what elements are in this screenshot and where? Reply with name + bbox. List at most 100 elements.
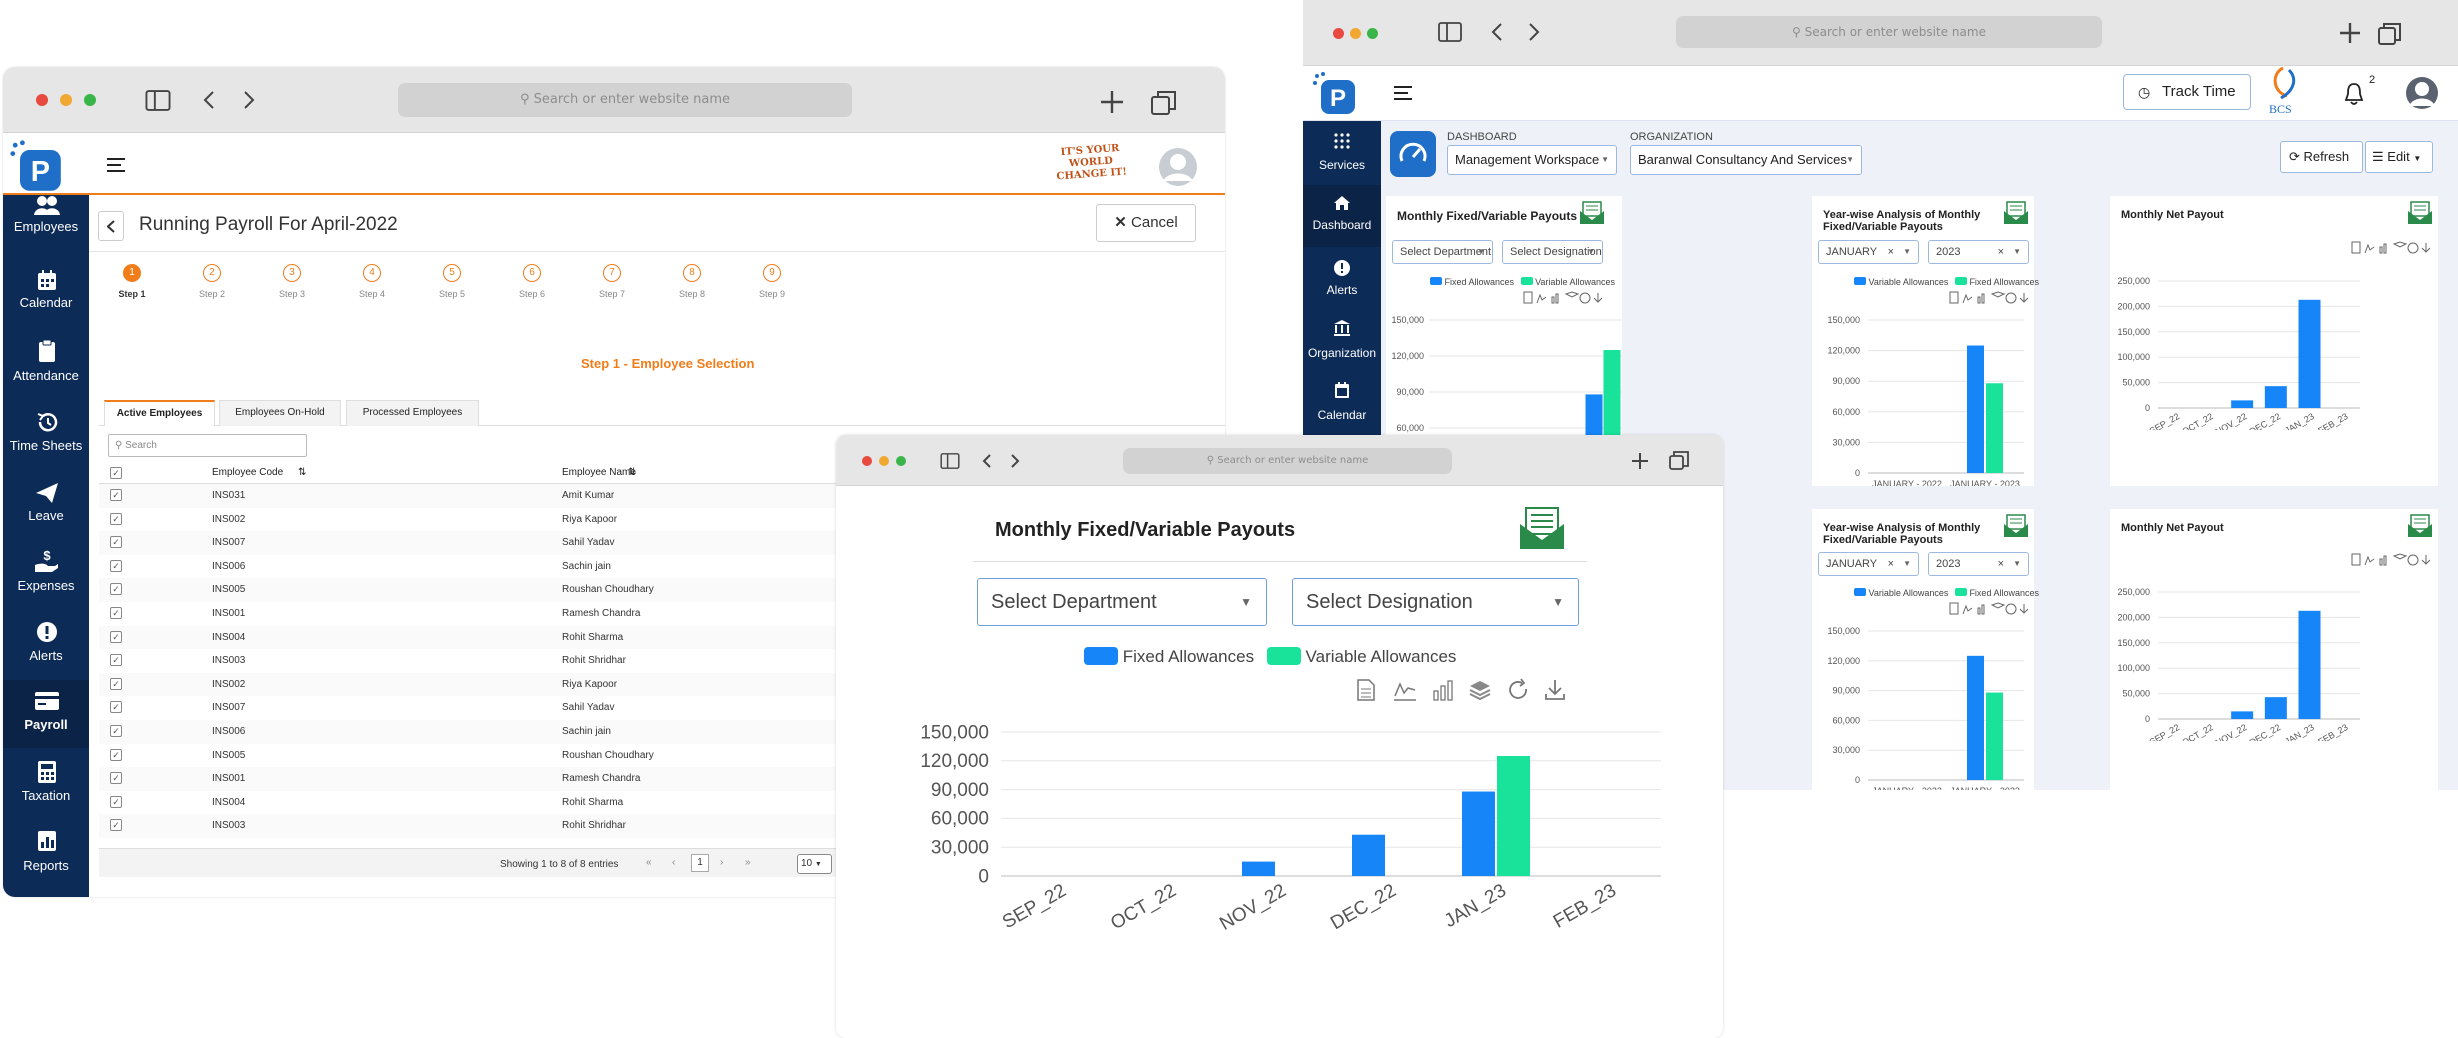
refresh-icon[interactable] <box>1506 678 1530 702</box>
download-icon[interactable] <box>1543 678 1567 702</box>
chart-toolbar-icons[interactable] <box>2350 241 2434 255</box>
department-select[interactable]: Select Department ▼ <box>1392 240 1493 264</box>
dashboard-select[interactable]: Management Workspace ▼ <box>1447 145 1617 175</box>
email-report-icon[interactable] <box>2407 514 2433 538</box>
month-select[interactable]: JANUARY × ▼ <box>1818 240 1919 264</box>
select-all-checkbox[interactable]: ✓ <box>110 467 122 479</box>
new-tab-icon[interactable] <box>1100 90 1124 114</box>
sort-icon[interactable]: ⇅ <box>298 467 306 478</box>
tab-processed-employees[interactable]: Processed Employees <box>346 400 479 426</box>
url-bar[interactable]: ⚲ Search or enter website name <box>1123 448 1452 474</box>
sort-icon[interactable]: ⇅ <box>628 467 636 478</box>
sidebar-toggle-icon[interactable] <box>1438 22 1462 42</box>
step-6[interactable]: 6 Step 6 <box>503 252 563 312</box>
clear-icon[interactable]: × <box>1888 241 1894 263</box>
organization-select[interactable]: Baranwal Consultancy And Services ▼ <box>1630 145 1862 175</box>
next-page-icon[interactable]: › <box>720 857 723 868</box>
sidebar-item-alerts[interactable]: Alerts <box>1303 249 1381 309</box>
row-checkbox[interactable]: ✓ <box>110 536 122 549</box>
window-maximize-button[interactable] <box>84 94 96 106</box>
row-checkbox[interactable]: ✓ <box>110 630 122 643</box>
window-close-button[interactable] <box>1333 28 1344 39</box>
row-checkbox[interactable]: ✓ <box>110 725 122 737</box>
tab-employees-on-hold[interactable]: Employees On-Hold <box>219 400 341 426</box>
back-icon[interactable] <box>203 90 215 110</box>
notification-bell-icon[interactable] <box>2343 82 2365 106</box>
last-page-icon[interactable]: » <box>745 857 751 868</box>
row-checkbox[interactable]: ✓ <box>110 795 122 808</box>
sidebar-toggle-icon[interactable] <box>940 453 960 469</box>
tabs-overview-icon[interactable] <box>1669 451 1689 471</box>
row-checkbox[interactable]: ✓ <box>110 819 122 832</box>
step-7[interactable]: 7 Step 7 <box>583 252 643 312</box>
step-4[interactable]: 4 Step 4 <box>343 252 403 312</box>
column-employee-code[interactable]: Employee Code <box>212 467 283 478</box>
cancel-button[interactable]: ✕ Cancel <box>1096 204 1196 242</box>
chart-toolbar-icons[interactable] <box>1948 602 2032 616</box>
row-checkbox[interactable]: ✓ <box>110 607 122 619</box>
refresh-button[interactable]: ⟳ Refresh <box>2280 141 2363 173</box>
menu-icon[interactable] <box>106 157 126 174</box>
first-page-icon[interactable]: « <box>646 857 652 868</box>
window-maximize-button[interactable] <box>1367 28 1378 39</box>
row-checkbox[interactable]: ✓ <box>110 654 122 667</box>
row-checkbox[interactable]: ✓ <box>110 512 122 525</box>
window-minimize-button[interactable] <box>60 94 72 106</box>
url-bar[interactable]: ⚲ Search or enter website name <box>1676 16 2102 48</box>
chart-toolbar-icons[interactable] <box>1948 291 2032 305</box>
sidebar-item-calendar[interactable]: Calendar <box>3 265 89 327</box>
stack-icon[interactable] <box>1468 678 1492 702</box>
forward-icon[interactable] <box>1528 22 1540 42</box>
back-button[interactable] <box>98 211 124 241</box>
page-number[interactable]: 1 <box>691 854 709 872</box>
sidebar-item-reports[interactable]: Reports <box>3 825 89 887</box>
sidebar-item-taxation[interactable]: Taxation <box>3 755 89 817</box>
step-3[interactable]: 3 Step 3 <box>263 252 323 312</box>
clear-icon[interactable]: × <box>1998 241 2004 263</box>
table-view-icon[interactable] <box>1355 678 1377 702</box>
window-minimize-button[interactable] <box>879 456 889 466</box>
clear-icon[interactable]: × <box>1998 553 2004 575</box>
sidebar-item-employees[interactable]: Employees <box>3 195 89 257</box>
year-select[interactable]: 2023 × ▼ <box>1928 240 2029 264</box>
row-checkbox[interactable]: ✓ <box>110 583 122 596</box>
step-2[interactable]: 2 Step 2 <box>183 252 243 312</box>
edit-button[interactable]: ☰ Edit ▼ <box>2365 141 2433 173</box>
row-checkbox[interactable]: ✓ <box>110 677 122 690</box>
sidebar-item-time-sheets[interactable]: Time Sheets <box>3 405 89 467</box>
sidebar-item-services[interactable]: Services <box>1303 127 1381 185</box>
step-9[interactable]: 9 Step 9 <box>743 252 803 312</box>
line-chart-icon[interactable] <box>1393 678 1417 702</box>
email-report-icon[interactable] <box>1579 201 1605 225</box>
sidebar-item-calendar[interactable]: Calendar <box>1303 373 1381 433</box>
designation-select[interactable]: Select Designation ▼ <box>1502 240 1603 264</box>
email-report-icon[interactable] <box>2003 514 2029 538</box>
new-tab-icon[interactable] <box>2339 22 2361 44</box>
tabs-overview-icon[interactable] <box>2378 22 2402 46</box>
step-1[interactable]: 1 Step 1 <box>103 252 163 312</box>
window-maximize-button[interactable] <box>896 456 906 466</box>
sidebar-item-dashboard[interactable]: Dashboard <box>1303 185 1381 247</box>
sidebar-item-payroll[interactable]: Payroll <box>3 680 89 748</box>
user-avatar[interactable] <box>1158 147 1198 187</box>
email-report-icon[interactable] <box>2003 201 2029 225</box>
row-checkbox[interactable]: ✓ <box>110 701 122 714</box>
year-select[interactable]: 2023 × ▼ <box>1928 552 2029 576</box>
email-report-icon[interactable] <box>2407 201 2433 225</box>
sidebar-item-alerts[interactable]: Alerts <box>3 615 89 677</box>
sidebar-item-leave[interactable]: Leave <box>3 475 89 537</box>
tabs-overview-icon[interactable] <box>1151 90 1177 116</box>
step-5[interactable]: 5 Step 5 <box>423 252 483 312</box>
month-select[interactable]: JANUARY × ▼ <box>1818 552 1919 576</box>
window-minimize-button[interactable] <box>1350 28 1361 39</box>
department-select[interactable]: Select Department ▼ <box>977 578 1267 626</box>
page-size-select[interactable]: 10 ▼ <box>797 854 832 874</box>
forward-icon[interactable] <box>1010 453 1020 469</box>
designation-select[interactable]: Select Designation ▼ <box>1292 578 1579 626</box>
tab-active-employees[interactable]: Active Employees <box>104 400 215 426</box>
window-close-button[interactable] <box>862 456 872 466</box>
search-box[interactable]: ⚲ Search <box>108 434 307 457</box>
bar-chart-icon[interactable] <box>1431 678 1455 702</box>
sidebar-item-organization[interactable]: Organization <box>1303 311 1381 371</box>
clear-icon[interactable]: × <box>1888 553 1894 575</box>
